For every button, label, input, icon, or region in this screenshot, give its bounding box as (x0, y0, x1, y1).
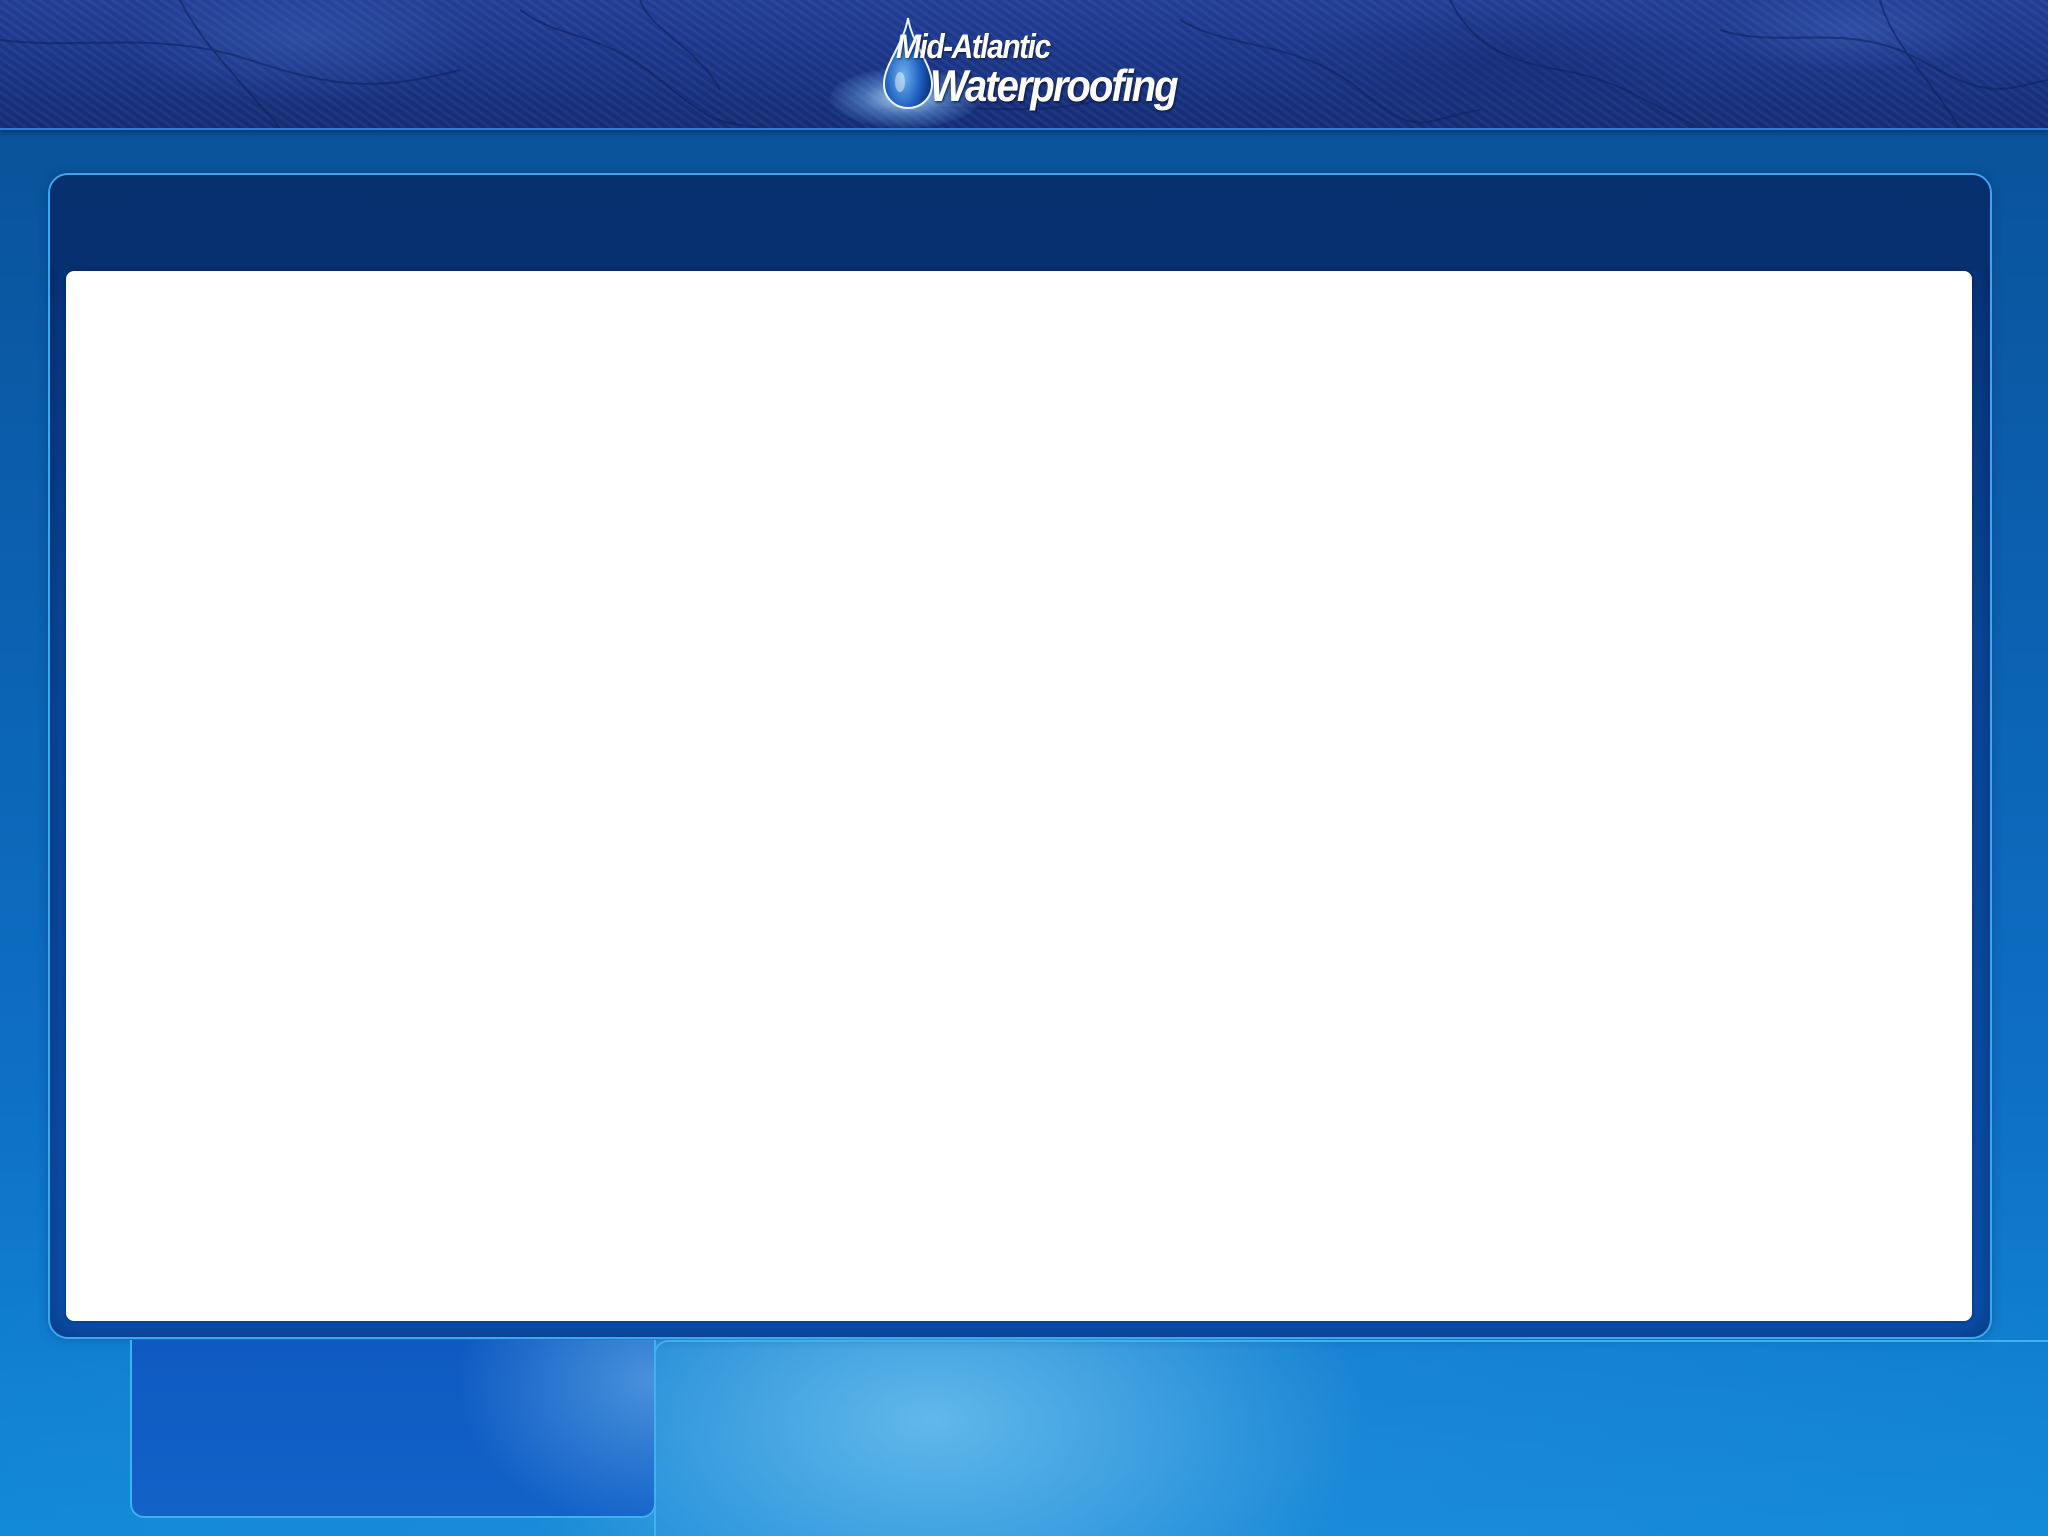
footer-left-panel (130, 1340, 656, 1518)
logo-text-line2: Waterproofing (930, 62, 1179, 112)
site-header: Mid-Atlantic Waterproofing (0, 0, 2048, 130)
content-area (66, 271, 1972, 1321)
frame-header-bar (50, 175, 1990, 270)
footer-right-panel (654, 1340, 2048, 1536)
company-logo[interactable]: Mid-Atlantic Waterproofing (830, 8, 1179, 128)
main-frame (48, 173, 1992, 1339)
